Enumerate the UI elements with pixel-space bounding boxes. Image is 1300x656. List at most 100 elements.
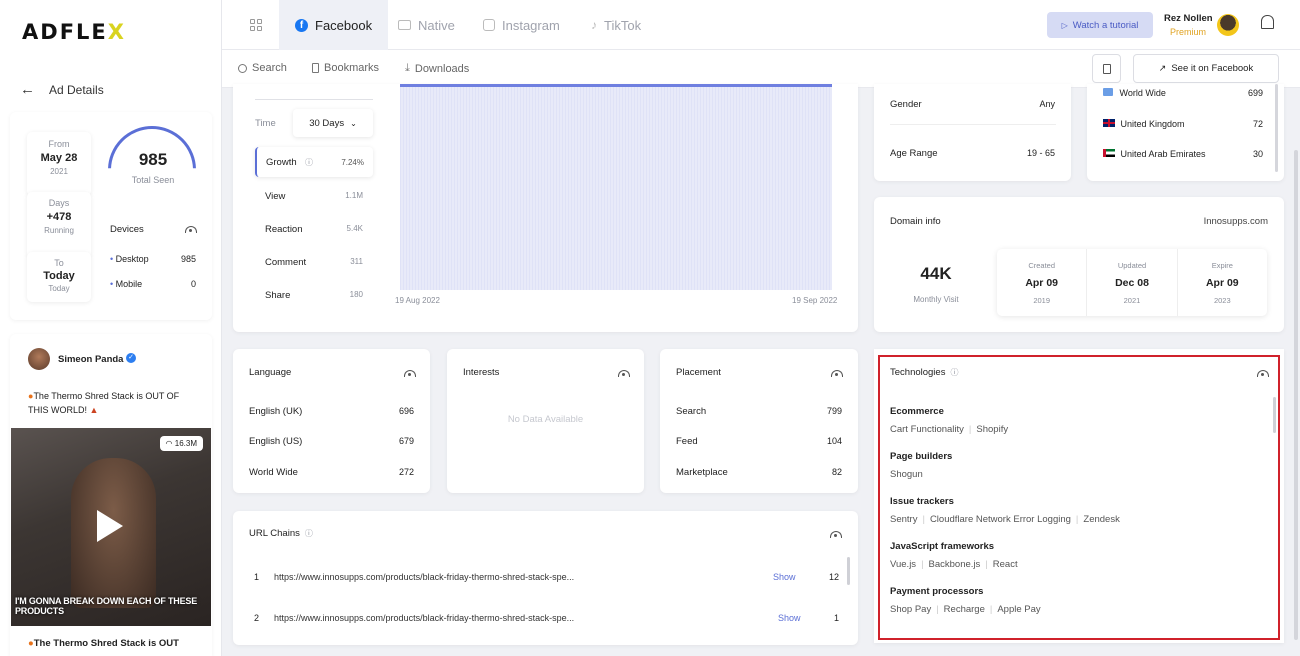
country-row: World Wide 699 — [1103, 88, 1263, 98]
countries-card: World Wide 699 United Kingdom 72 United … — [1087, 84, 1284, 181]
info-icon: ⓘ — [950, 368, 959, 377]
tech-group: Page builders Shogun — [890, 451, 953, 480]
scrollbar[interactable] — [847, 557, 850, 585]
top-bar: f Facebook Native Instagram ♪ TikTok ▷ W… — [222, 0, 1300, 50]
eye-icon[interactable] — [830, 531, 842, 538]
user-avatar[interactable] — [1217, 14, 1239, 36]
tech-group: Payment processors Shop Pay | Recharge | App… — [890, 586, 1041, 615]
placement-title: Placement — [676, 367, 721, 378]
metric-reaction[interactable]: Reaction 5.4K — [265, 223, 363, 235]
domain-title: Domain info — [890, 216, 941, 227]
download-icon: ⤓ — [405, 62, 410, 74]
eye-icon[interactable] — [831, 370, 843, 377]
days-stat: Days +478 Running — [27, 192, 91, 258]
video-thumbnail[interactable]: ◠ 16.3M I'M GONNA BREAK DOWN EACH OF THE… — [11, 428, 211, 626]
bookmarks-link[interactable]: Bookmarks — [312, 62, 379, 74]
show-button[interactable]: Show — [778, 613, 801, 623]
tiktok-icon: ♪ — [591, 18, 597, 32]
play-icon[interactable] — [97, 510, 123, 542]
device-row: • Desktop 985 — [110, 254, 196, 264]
metric-view[interactable]: View 1.1M — [265, 190, 363, 202]
rocket-icon: ▲ — [89, 405, 99, 415]
sub-toolbar: Search Bookmarks ⤓ Downloads ↗ See it on… — [222, 50, 1300, 88]
bell-icon[interactable] — [1261, 15, 1274, 29]
user-name: Rez Nollen — [1164, 13, 1213, 24]
search-icon — [238, 63, 247, 73]
advertiser-name[interactable]: Simeon Panda — [58, 354, 123, 365]
uae-flag-icon — [1103, 149, 1115, 157]
country-row: United Arab Emirates 30 — [1103, 149, 1263, 159]
grid-icon[interactable] — [250, 19, 262, 31]
domain-info-card: Domain info Innosupps.com 44K Monthly Vi… — [874, 197, 1284, 332]
interests-card: Interests No Data Available — [447, 349, 644, 493]
views-badge: ◠ 16.3M — [159, 436, 203, 451]
tab-tiktok[interactable]: ♪ TikTok — [591, 0, 641, 50]
tech-group: Issue trackers Sentry | Cloudflare Network… — [890, 496, 1120, 525]
domain-name[interactable]: Innosupps.com — [1204, 216, 1268, 227]
chevron-down-icon: ⌄ — [350, 118, 357, 128]
external-link-icon: ↗ — [1158, 63, 1167, 73]
monthly-visits-label: Monthly Visit — [913, 295, 959, 304]
video-caption: I'M GONNA BREAK DOWN EACH OF THESE PRODU… — [15, 596, 198, 616]
technologies-card: Technologies ⓘ Ecommerce Cart Functional… — [874, 349, 1284, 643]
show-button[interactable]: Show — [773, 572, 796, 582]
url-chains-card: URL Chains ⓘ 1 https://www.innosupps.com… — [233, 511, 858, 645]
metric-growth[interactable]: Growth ⓘ 7.24% — [255, 147, 373, 177]
url-chains-header: URL Chains ⓘ — [249, 528, 313, 539]
sidebar: ADFLEX ← Ad Details From May 28 2021 Day… — [0, 0, 222, 656]
expire-stat: Expire Apr 09 2023 — [1205, 261, 1239, 305]
arrow-left-icon[interactable]: ← — [20, 81, 35, 98]
eye-icon[interactable] — [185, 226, 197, 233]
ad-caption: ●The Thermo Shred Stack is OUT OF THIS W… — [28, 391, 180, 415]
placement-card: Placement Search 799 Feed 104 Marketplac… — [660, 349, 858, 493]
to-stat: To Today Today — [27, 252, 91, 302]
downloads-link[interactable]: ⤓ Downloads — [405, 62, 469, 75]
verified-icon: ✓ — [126, 353, 136, 363]
scrollbar[interactable] — [1275, 84, 1278, 172]
chart-x-start: 19 Aug 2022 — [395, 296, 440, 305]
ad-preview-card: Simeon Panda ✓ ●The Thermo Shred Stack i… — [10, 334, 212, 656]
eye-icon[interactable] — [1257, 370, 1269, 377]
page-title: Ad Details — [49, 82, 104, 97]
metric-comment[interactable]: Comment 311 — [265, 256, 363, 268]
device-row: • Mobile 0 — [110, 279, 196, 289]
watch-tutorial-button[interactable]: ▷ Watch a tutorial — [1047, 12, 1153, 38]
globe-icon — [1103, 88, 1113, 96]
ad-caption-2: ●The Thermo Shred Stack is OUT — [28, 638, 179, 649]
country-row: United Kingdom 72 — [1103, 119, 1263, 129]
language-title: Language — [249, 367, 292, 378]
tab-native[interactable]: Native — [398, 0, 455, 50]
metric-share[interactable]: Share 180 — [265, 289, 363, 301]
technologies-header: Technologies ⓘ — [890, 367, 959, 378]
tech-group: Ecommerce Cart Functionality | Shopify — [890, 406, 1009, 435]
user-plan: Premium — [1170, 27, 1207, 37]
created-stat: Created Apr 09 2019 — [997, 249, 1088, 316]
see-on-facebook-button[interactable]: ↗ See it on Facebook — [1133, 54, 1279, 83]
search-link[interactable]: Search — [238, 62, 287, 74]
bookmark-icon — [312, 63, 319, 73]
adflex-logo[interactable]: ADFLEX — [22, 20, 126, 44]
page-scrollbar[interactable] — [1294, 150, 1298, 640]
eye-icon[interactable] — [618, 370, 630, 377]
scrollbar[interactable] — [1273, 397, 1276, 433]
native-icon — [398, 20, 411, 30]
back-nav[interactable]: ← Ad Details — [20, 81, 104, 98]
language-card: Language English (UK) 696 English (US) 6… — [233, 349, 430, 493]
play-circle-icon: ▷ — [1061, 20, 1068, 30]
bookmark-icon — [1103, 64, 1111, 74]
technology-list: Ecommerce Cart Functionality | Shopify Pag… — [890, 406, 1260, 631]
tab-instagram[interactable]: Instagram — [483, 0, 560, 50]
from-stat: From May 28 2021 — [27, 132, 91, 196]
instagram-icon — [483, 19, 495, 31]
domain-dates: Created Apr 09 2019 Updated Dec 08 2021 … — [997, 249, 1267, 316]
ad-stats-card: From May 28 2021 Days +478 Running To To… — [10, 112, 212, 320]
info-icon: ⓘ — [304, 529, 313, 538]
bookmark-button[interactable] — [1092, 54, 1121, 83]
monthly-visits: 44K — [920, 264, 952, 283]
time-select[interactable]: 30 Days ⌄ — [293, 109, 373, 137]
url-chain-row: 2 https://www.innosupps.com/products/bla… — [254, 613, 839, 623]
eye-icon[interactable] — [404, 370, 416, 377]
tab-facebook[interactable]: f Facebook — [279, 0, 389, 50]
info-icon: ⓘ — [305, 158, 313, 167]
devices-title: Devices — [110, 224, 144, 235]
